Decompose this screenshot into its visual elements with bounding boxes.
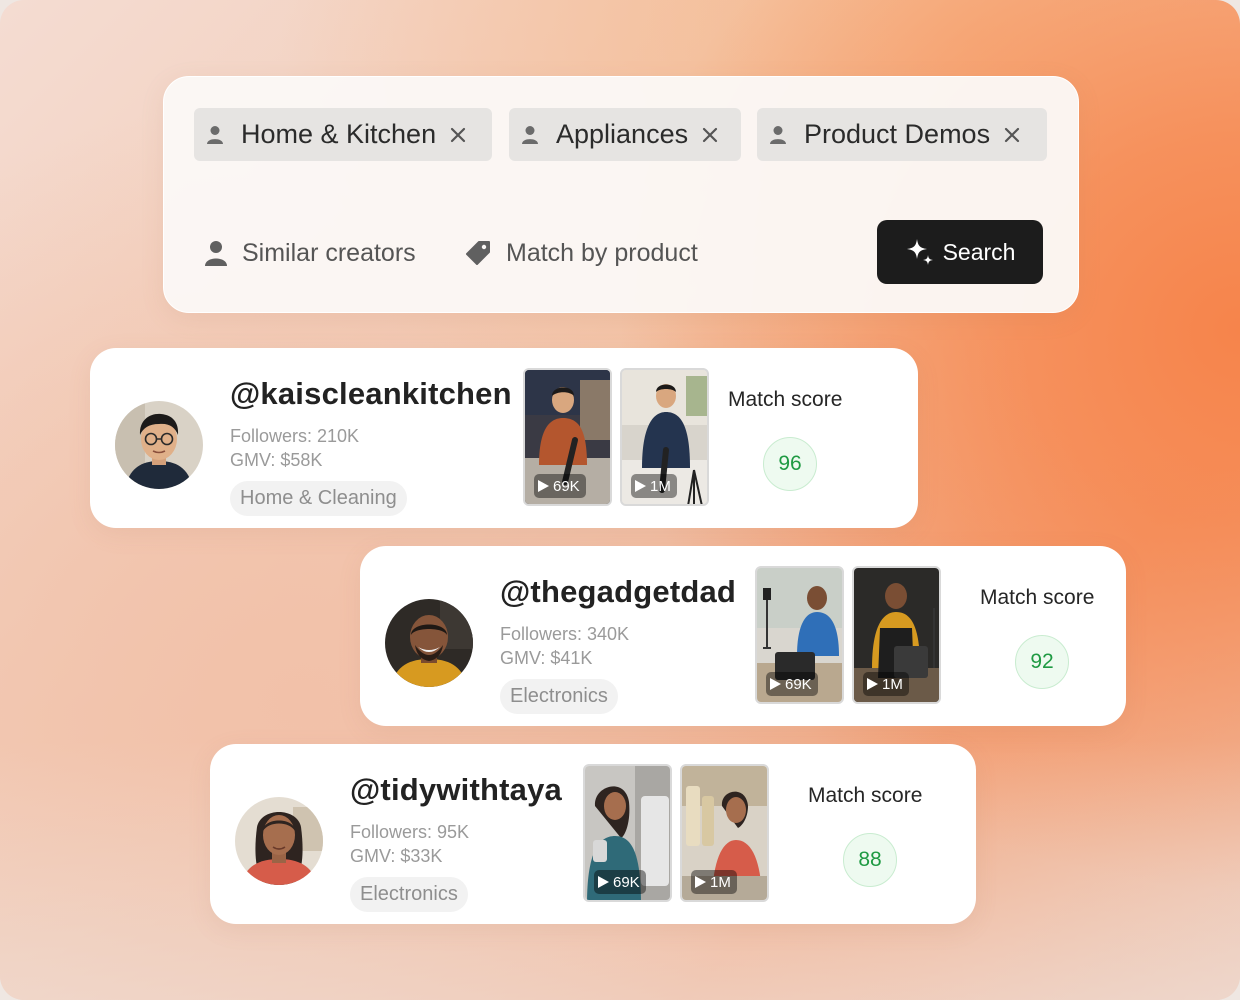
sparkle-icon bbox=[906, 239, 933, 265]
person-icon bbox=[207, 125, 223, 144]
play-icon bbox=[538, 480, 549, 492]
similar-creators-label: Similar creators bbox=[242, 238, 416, 267]
filter-chip-label: Home & Kitchen bbox=[241, 119, 437, 149]
video-thumbnail[interactable]: 1M bbox=[680, 764, 769, 902]
view-count-badge: 1M bbox=[631, 474, 677, 498]
close-icon[interactable] bbox=[1004, 127, 1020, 143]
background-canvas: Home & Kitchen Appliances Product Demos … bbox=[0, 0, 1240, 1000]
match-score-badge: 92 bbox=[1015, 635, 1069, 689]
view-count: 1M bbox=[650, 477, 671, 495]
followers-count: Followers: 210K bbox=[230, 426, 360, 446]
person-icon bbox=[522, 125, 538, 144]
avatar bbox=[235, 797, 323, 885]
filter-chip-label: Appliances bbox=[556, 119, 689, 149]
match-score-label: Match score bbox=[980, 586, 1095, 609]
match-score-badge: 88 bbox=[843, 833, 897, 887]
play-icon bbox=[635, 480, 646, 492]
creator-card[interactable]: @thegadgetdad Followers: 340K GMV: $41K … bbox=[360, 546, 1126, 726]
play-icon bbox=[695, 876, 706, 888]
match-score-label: Match score bbox=[728, 388, 843, 411]
view-count: 69K bbox=[553, 477, 580, 495]
video-thumbnail[interactable]: 69K bbox=[755, 566, 844, 704]
gmv-value: GMV: $58K bbox=[230, 450, 323, 470]
category-badge: Electronics bbox=[500, 679, 618, 714]
category-badge: Electronics bbox=[350, 877, 468, 912]
view-count-badge: 1M bbox=[863, 672, 909, 696]
creator-handle[interactable]: @tidywithtaya bbox=[350, 772, 562, 808]
search-button-label: Search bbox=[942, 238, 1016, 265]
play-icon bbox=[867, 678, 878, 690]
filter-chip-product-demos[interactable]: Product Demos bbox=[757, 108, 1047, 161]
search-button[interactable]: Search bbox=[877, 220, 1043, 284]
view-count: 1M bbox=[882, 675, 903, 693]
person-icon bbox=[205, 240, 227, 266]
avatar bbox=[115, 401, 203, 489]
video-thumbnail[interactable]: 1M bbox=[852, 566, 941, 704]
creator-card[interactable]: @tidywithtaya Followers: 95K GMV: $33K E… bbox=[210, 744, 976, 924]
play-icon bbox=[598, 876, 609, 888]
match-by-product-option[interactable]: Match by product bbox=[464, 235, 698, 271]
followers-count: Followers: 95K bbox=[350, 822, 470, 842]
match-score-label: Match score bbox=[808, 784, 923, 807]
match-by-product-label: Match by product bbox=[506, 238, 698, 267]
video-thumbnail[interactable]: 69K bbox=[523, 368, 612, 506]
creator-handle[interactable]: @kaiscleankitchen bbox=[230, 376, 512, 412]
filter-chip-home-kitchen[interactable]: Home & Kitchen bbox=[194, 108, 492, 161]
category-badge: Home & Cleaning bbox=[230, 481, 407, 516]
filter-chip-label: Product Demos bbox=[804, 119, 991, 149]
gmv-value: GMV: $33K bbox=[350, 846, 443, 866]
video-thumbnail[interactable]: 69K bbox=[583, 764, 672, 902]
view-count: 1M bbox=[710, 873, 731, 891]
play-icon bbox=[770, 678, 781, 690]
close-icon[interactable] bbox=[450, 127, 466, 143]
tag-icon bbox=[466, 241, 490, 265]
view-count-badge: 69K bbox=[594, 870, 646, 894]
similar-creators-option[interactable]: Similar creators bbox=[204, 235, 416, 271]
match-score-badge: 96 bbox=[763, 437, 817, 491]
filter-chip-appliances[interactable]: Appliances bbox=[509, 108, 741, 161]
creator-card[interactable]: @kaiscleankitchen Followers: 210K GMV: $… bbox=[90, 348, 918, 528]
close-icon[interactable] bbox=[702, 127, 718, 143]
gmv-value: GMV: $41K bbox=[500, 648, 593, 668]
view-count-badge: 69K bbox=[534, 474, 586, 498]
followers-count: Followers: 340K bbox=[500, 624, 630, 644]
creator-handle[interactable]: @thegadgetdad bbox=[500, 574, 736, 610]
view-count: 69K bbox=[613, 873, 640, 891]
avatar bbox=[385, 599, 473, 687]
view-count-badge: 1M bbox=[691, 870, 737, 894]
person-icon bbox=[770, 125, 786, 144]
view-count-badge: 69K bbox=[766, 672, 818, 696]
search-panel: Home & Kitchen Appliances Product Demos … bbox=[163, 76, 1079, 313]
view-count: 69K bbox=[785, 675, 812, 693]
video-thumbnail[interactable]: 1M bbox=[620, 368, 709, 506]
